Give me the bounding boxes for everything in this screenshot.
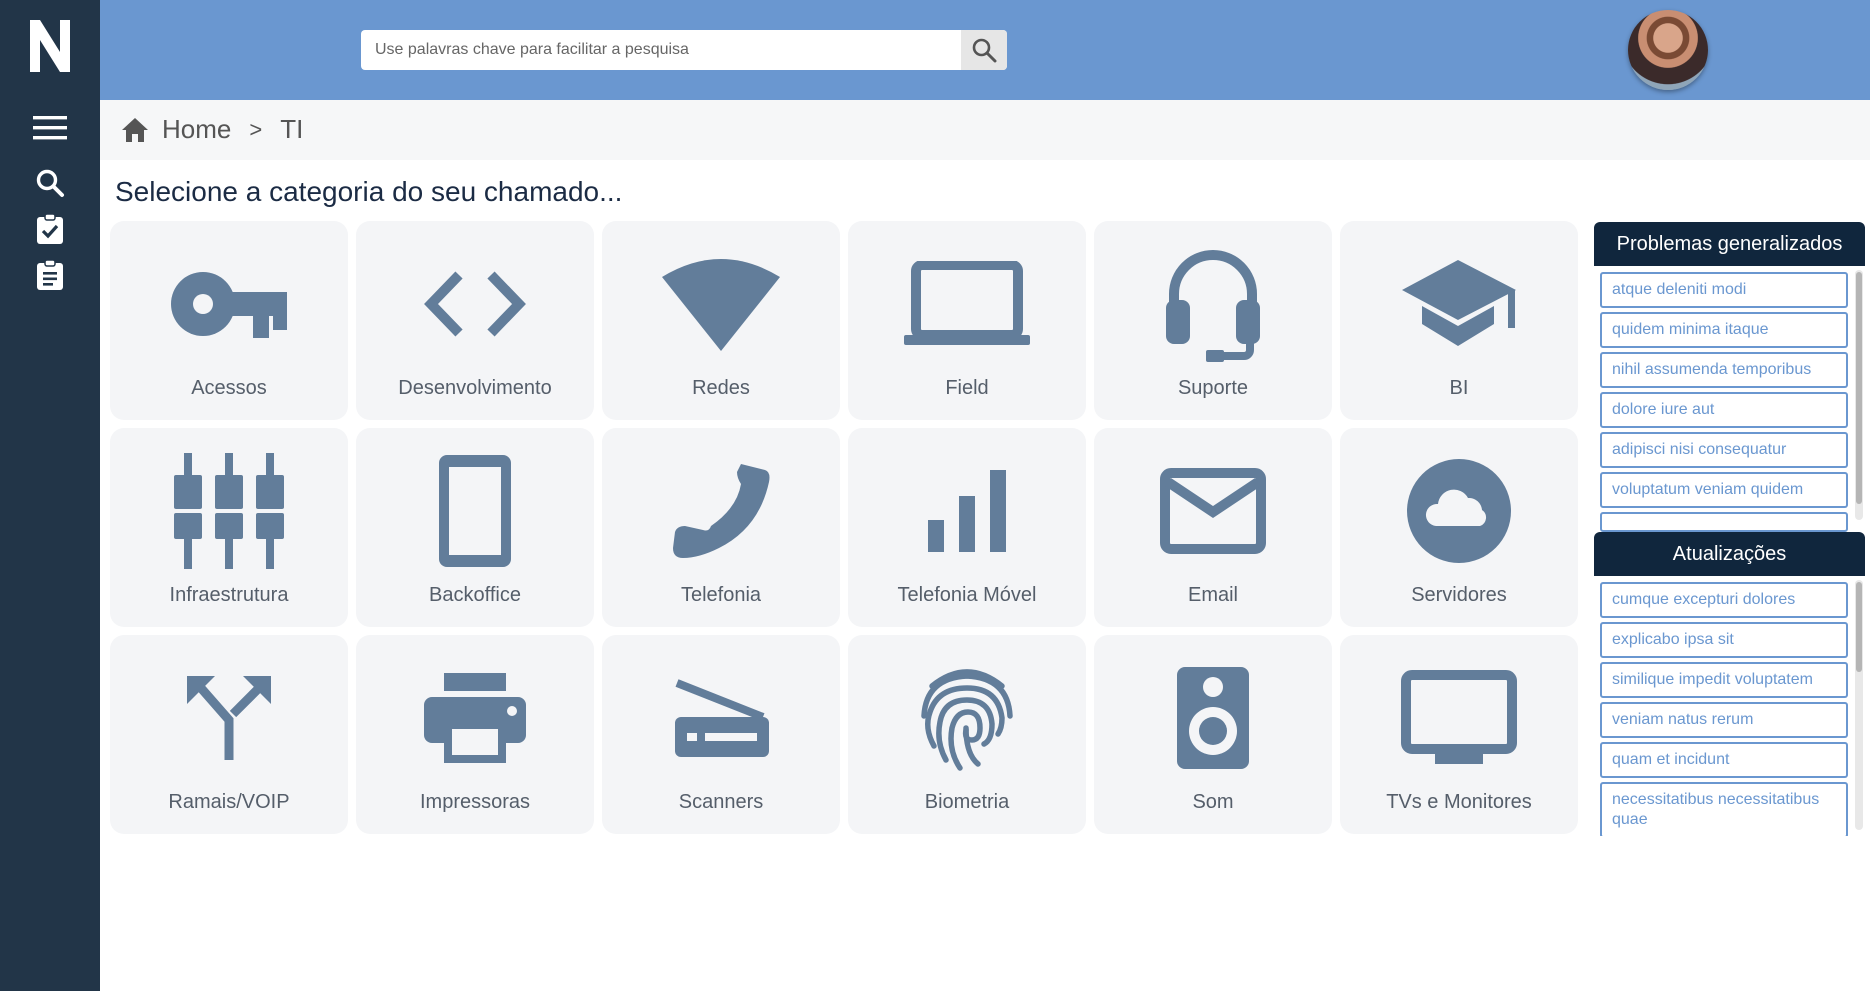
problem-item[interactable]: atque deleniti modi bbox=[1600, 272, 1848, 308]
scrollbar-thumb[interactable] bbox=[1856, 582, 1862, 672]
phone-icon bbox=[673, 464, 770, 558]
problem-item[interactable]: voluptatum veniam quidem bbox=[1600, 472, 1848, 508]
category-label: Infraestrutura bbox=[169, 584, 289, 606]
category-card-backoffice[interactable]: Backoffice bbox=[356, 428, 594, 627]
category-card-servidores[interactable]: Servidores bbox=[1340, 428, 1578, 627]
home-icon[interactable] bbox=[120, 116, 150, 144]
problem-item-partial[interactable] bbox=[1600, 512, 1848, 532]
category-card-bi[interactable]: BI bbox=[1340, 221, 1578, 420]
category-label: Servidores bbox=[1411, 584, 1507, 606]
category-label: Telefonia bbox=[680, 584, 762, 606]
update-item[interactable]: similique impedit voluptatem bbox=[1600, 662, 1848, 698]
key-icon bbox=[171, 272, 287, 338]
code-icon bbox=[424, 271, 526, 337]
breadcrumb-separator: > bbox=[249, 116, 263, 142]
category-label: Suporte bbox=[1177, 377, 1249, 399]
update-item[interactable]: veniam natus rerum bbox=[1600, 702, 1848, 738]
category-grid: Acessos Desenvolvimento Redes Field Supo… bbox=[110, 221, 1578, 834]
category-label: Impressoras bbox=[419, 791, 531, 813]
problem-item[interactable]: adipisci nisi consequatur bbox=[1600, 432, 1848, 468]
category-card-desenvolvimento[interactable]: Desenvolvimento bbox=[356, 221, 594, 420]
category-card-email[interactable]: Email bbox=[1094, 428, 1332, 627]
category-label: Biometria bbox=[924, 791, 1010, 813]
checklist-icon[interactable] bbox=[30, 211, 70, 247]
category-label: BI bbox=[1449, 377, 1469, 399]
envelope-icon bbox=[1160, 468, 1266, 554]
tv-icon bbox=[1401, 670, 1517, 764]
search-icon bbox=[972, 38, 997, 63]
category-card-impressoras[interactable]: Impressoras bbox=[356, 635, 594, 834]
category-label: Acessos bbox=[191, 377, 267, 399]
update-item[interactable]: quam et incidunt bbox=[1600, 742, 1848, 778]
graduation-cap-icon bbox=[1402, 260, 1516, 346]
category-label: TVs e Monitores bbox=[1386, 791, 1532, 813]
search-icon[interactable] bbox=[30, 165, 70, 201]
top-bar bbox=[100, 0, 1870, 100]
fingerprint-icon bbox=[921, 669, 1013, 771]
update-item[interactable]: necessitatibus necessitatibus quae bbox=[1600, 782, 1848, 836]
problem-item[interactable]: nihil assumenda temporibus bbox=[1600, 352, 1848, 388]
speaker-icon bbox=[1177, 667, 1249, 769]
split-arrows-icon bbox=[187, 676, 271, 760]
problem-item[interactable]: quidem minima itaque bbox=[1600, 312, 1848, 348]
search-input[interactable] bbox=[361, 30, 961, 70]
update-item[interactable]: explicabo ipsa sit bbox=[1600, 622, 1848, 658]
category-label: Redes bbox=[692, 377, 750, 399]
sidebar bbox=[0, 0, 100, 991]
tablet-icon bbox=[439, 455, 511, 567]
category-card-ramais-voip[interactable]: Ramais/VOIP bbox=[110, 635, 348, 834]
scrollbar-thumb[interactable] bbox=[1856, 272, 1862, 504]
update-item[interactable]: cumque excepturi dolores bbox=[1600, 582, 1848, 618]
breadcrumb-bar: Home > TI bbox=[100, 100, 1870, 160]
category-card-infraestrutura[interactable]: Infraestrutura bbox=[110, 428, 348, 627]
category-label: Telefonia Móvel bbox=[897, 584, 1037, 606]
category-label: Field bbox=[945, 377, 989, 399]
updates-panel-title: Atualizações bbox=[1594, 532, 1865, 576]
updates-list: cumque excepturi dolores explicabo ipsa … bbox=[1594, 576, 1865, 836]
wifi-icon bbox=[662, 259, 780, 351]
category-card-suporte[interactable]: Suporte bbox=[1094, 221, 1332, 420]
updates-scrollbar[interactable] bbox=[1855, 580, 1863, 830]
category-label: Desenvolvimento bbox=[398, 377, 552, 399]
problems-list: atque deleniti modi quidem minima itaque… bbox=[1594, 266, 1865, 566]
category-label: Email bbox=[1187, 584, 1238, 606]
category-label: Scanners bbox=[678, 791, 764, 813]
search-button[interactable] bbox=[961, 30, 1007, 70]
problems-panel-title: Problemas generalizados bbox=[1594, 222, 1865, 266]
breadcrumb-home[interactable]: Home bbox=[162, 114, 231, 145]
headset-icon bbox=[1166, 250, 1260, 362]
category-card-field[interactable]: Field bbox=[848, 221, 1086, 420]
category-card-tvs-e-monitores[interactable]: TVs e Monitores bbox=[1340, 635, 1578, 834]
category-card-redes[interactable]: Redes bbox=[602, 221, 840, 420]
clipboard-icon[interactable] bbox=[30, 257, 70, 293]
page-title: Selecione a categoria do seu chamado... bbox=[115, 176, 623, 207]
plugs-icon bbox=[174, 453, 284, 569]
app-logo[interactable] bbox=[28, 18, 72, 79]
printer-icon bbox=[424, 673, 526, 763]
signal-bars-icon bbox=[928, 470, 1006, 552]
category-card-biometria[interactable]: Biometria bbox=[848, 635, 1086, 834]
problems-scrollbar[interactable] bbox=[1855, 270, 1863, 520]
category-card-acessos[interactable]: Acessos bbox=[110, 221, 348, 420]
category-label: Ramais/VOIP bbox=[168, 791, 290, 813]
scanner-icon bbox=[675, 679, 769, 757]
laptop-icon bbox=[904, 261, 1030, 345]
category-card-telefonia[interactable]: Telefonia bbox=[602, 428, 840, 627]
menu-icon[interactable] bbox=[30, 110, 70, 146]
user-avatar[interactable] bbox=[1628, 10, 1708, 90]
problem-item[interactable]: dolore iure aut bbox=[1600, 392, 1848, 428]
breadcrumb: Home > TI bbox=[120, 114, 303, 145]
problems-panel: Problemas generalizados atque deleniti m… bbox=[1594, 222, 1865, 566]
search-box bbox=[361, 30, 1007, 70]
updates-panel: Atualizações cumque excepturi dolores ex… bbox=[1594, 532, 1865, 836]
category-label: Backoffice bbox=[429, 584, 521, 606]
breadcrumb-current: TI bbox=[280, 114, 304, 144]
category-card-som[interactable]: Som bbox=[1094, 635, 1332, 834]
category-card-scanners[interactable]: Scanners bbox=[602, 635, 840, 834]
category-label: Som bbox=[1192, 791, 1234, 813]
category-card-telefonia-movel[interactable]: Telefonia Móvel bbox=[848, 428, 1086, 627]
cloud-icon bbox=[1407, 459, 1511, 563]
logo-n-icon bbox=[30, 20, 70, 72]
